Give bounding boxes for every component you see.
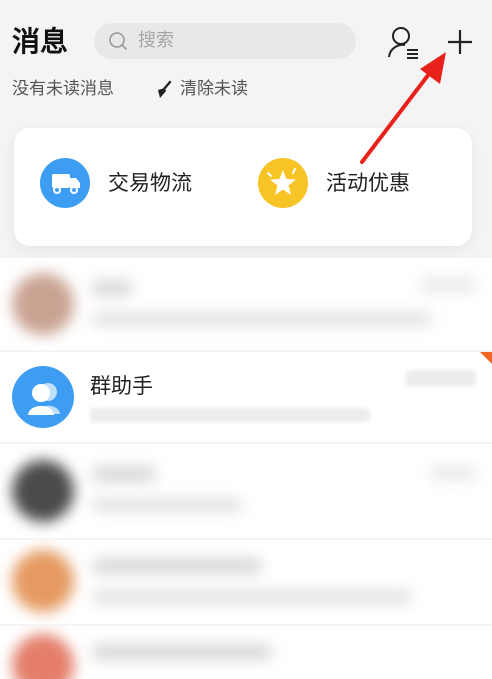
conversation-row-blurred[interactable] [0, 258, 492, 350]
blurred-time [430, 466, 476, 480]
top-bar: 消息 搜索 [0, 0, 492, 72]
shortcut-label: 交易物流 [108, 171, 192, 195]
blurred-content [0, 258, 492, 350]
blurred-content [0, 540, 492, 624]
blurred-content [0, 444, 492, 538]
blurred-name [92, 466, 156, 482]
page-title: 消息 [12, 25, 69, 58]
blurred-name [92, 558, 262, 574]
shortcut-label: 活动优惠 [326, 171, 410, 195]
blurred-content [0, 626, 492, 679]
blurred-preview [92, 590, 412, 604]
group-user-icon [28, 383, 60, 415]
truck-icon [52, 174, 80, 194]
blurred-time [406, 370, 476, 386]
avatar [12, 550, 74, 612]
avatar [12, 273, 74, 335]
blurred-time [420, 278, 476, 292]
avatar [12, 460, 74, 522]
blurred-preview [90, 408, 370, 422]
search-icon [109, 32, 127, 50]
avatar [12, 634, 74, 679]
conversation-row-blurred[interactable] [0, 626, 492, 679]
shortcut-icon-bg [40, 158, 90, 208]
broom-icon [158, 80, 172, 98]
shortcut-card: 交易物流 活动优惠 [14, 128, 472, 246]
blurred-preview [92, 498, 242, 512]
star-icon [267, 168, 296, 195]
group-helper-avatar [12, 366, 74, 428]
unread-status: 没有未读消息 [12, 79, 114, 99]
shortcut-icon-bg [258, 158, 308, 208]
unread-bar: 没有未读消息 清除未读 [12, 76, 248, 102]
search-bar[interactable]: 搜索 [94, 23, 356, 59]
blurred-preview [92, 312, 432, 326]
blurred-name [92, 280, 132, 296]
contacts-icon[interactable] [386, 24, 422, 60]
conversation-row-blurred[interactable] [0, 444, 492, 538]
add-icon[interactable] [440, 22, 480, 62]
conversation-row-blurred[interactable] [0, 540, 492, 624]
clear-unread-label: 清除未读 [180, 79, 248, 99]
conversation-row-group-helper[interactable]: 群助手 [0, 352, 492, 442]
conversation-name: 群助手 [90, 374, 153, 398]
unread-corner-badge [480, 352, 492, 364]
search-placeholder: 搜索 [138, 30, 174, 51]
blurred-name [92, 644, 272, 660]
